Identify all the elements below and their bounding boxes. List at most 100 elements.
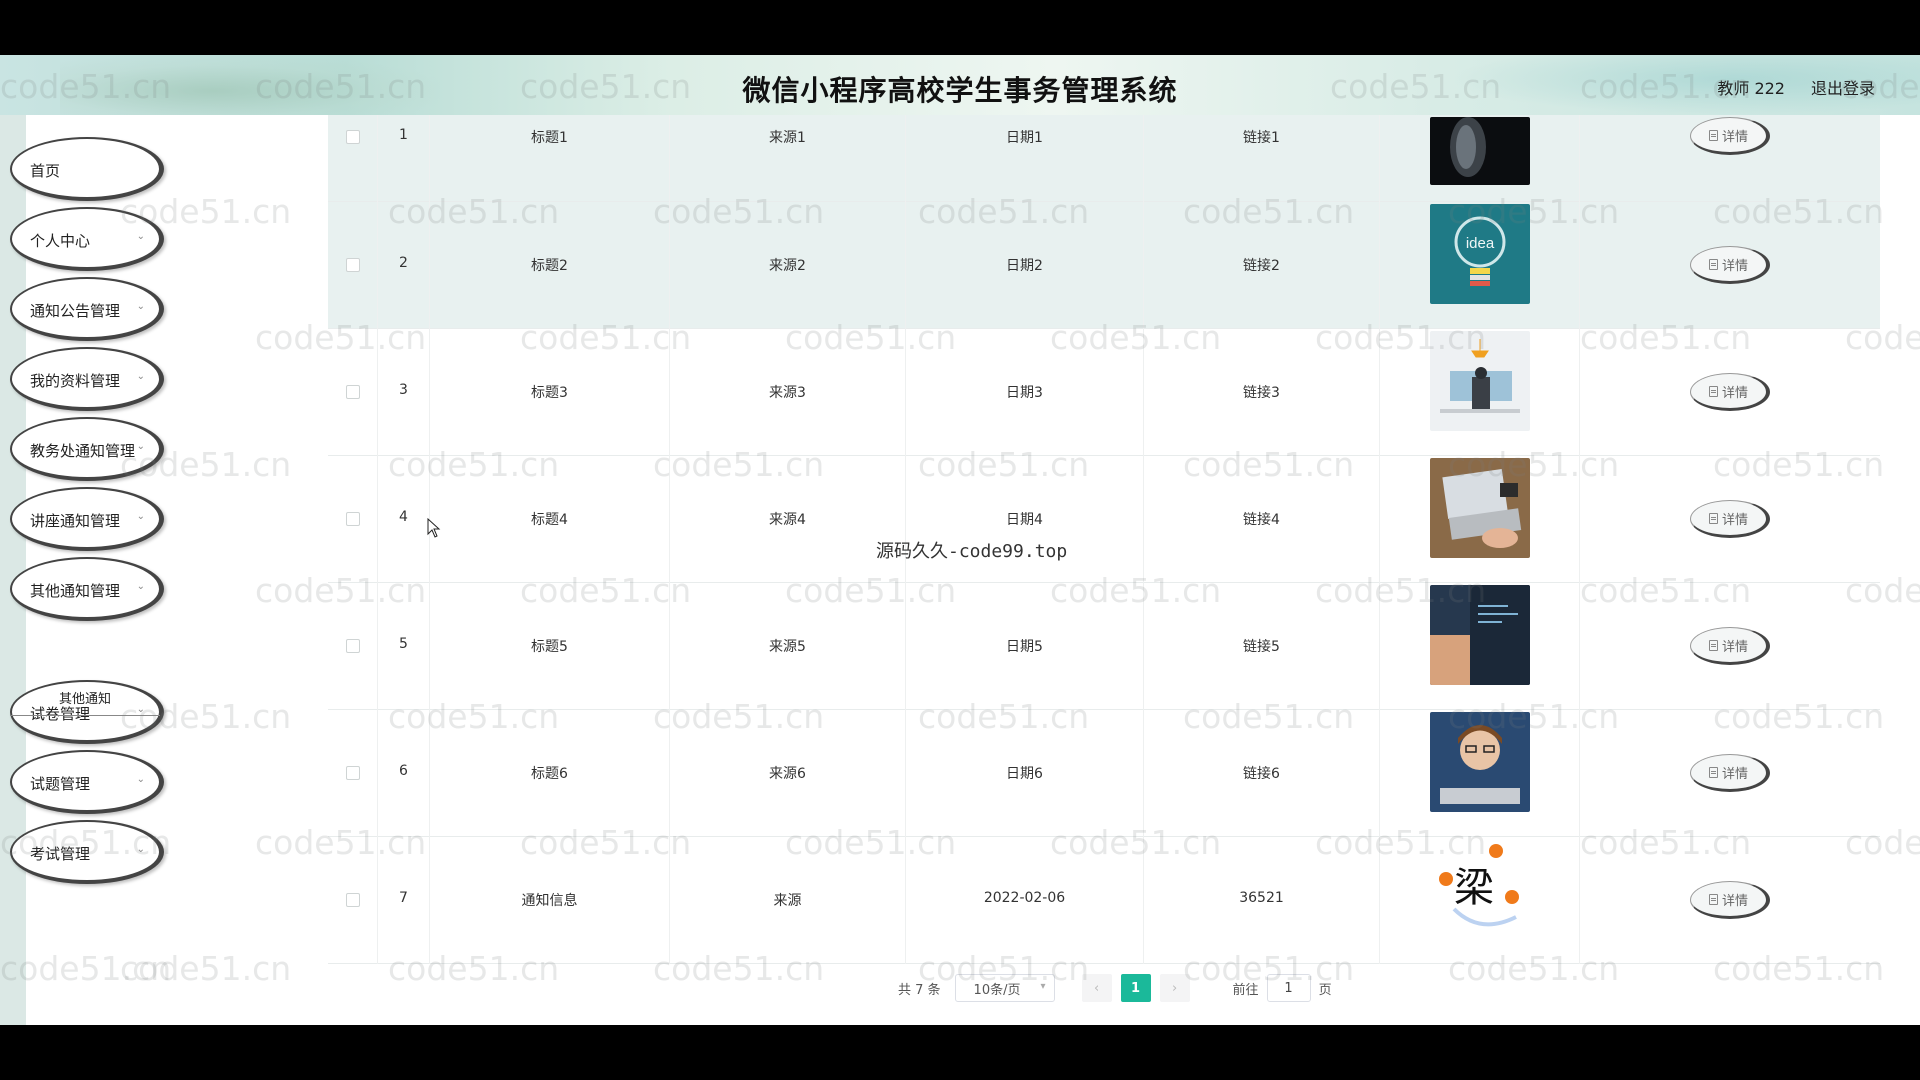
detail-button[interactable]: 详情 (1690, 754, 1770, 792)
next-page-button[interactable]: › (1159, 974, 1190, 1002)
cell-source: 来源6 (670, 710, 906, 837)
row-checkbox-cell (328, 583, 378, 710)
sidebar-item-10[interactable]: 考试管理 ⌄ (10, 820, 164, 884)
cell-title: 标题2 (430, 202, 670, 329)
cell-index: 4 (378, 456, 430, 583)
table-row: 3 标题3 来源3 日期3 链接3 详情 (328, 329, 1880, 456)
logout-link[interactable]: 退出登录 (1811, 75, 1875, 99)
sidebar-item-label: 首页 (30, 162, 61, 180)
page-number-current[interactable]: 1 (1120, 974, 1151, 1002)
cell-source: 来源 (670, 837, 906, 964)
submenu-item-other-notice[interactable]: 其他通知 (10, 680, 160, 716)
thumbnail-image: 梁 (1430, 839, 1530, 939)
cell-link: 链接4 (1144, 456, 1380, 583)
goto-page-input[interactable]: 1 (1266, 974, 1311, 1002)
chevron-down-icon: ⌄ (136, 581, 145, 592)
detail-button-label: 详情 (1721, 766, 1748, 782)
system-title: 微信小程序高校学生事务管理系统 (742, 74, 1178, 107)
notice-table: 1 标题1 来源1 日期1 链接1 详情 2 标题2 来源2 日期2 链接2 idea 详情 3 标题3 来源… (328, 115, 1880, 965)
table-row: 6 标题6 来源6 日期6 链接6 详情 (328, 710, 1880, 837)
page-unit-label: 页 (1318, 982, 1332, 998)
chevron-down-icon: ⌄ (136, 774, 145, 785)
detail-button[interactable]: 详情 (1690, 500, 1770, 538)
svg-text:idea: idea (1466, 235, 1495, 252)
cell-link: 链接6 (1144, 710, 1380, 837)
row-checkbox[interactable] (345, 639, 360, 653)
table-row: 1 标题1 来源1 日期1 链接1 详情 (328, 115, 1880, 202)
cell-date: 日期3 (906, 329, 1144, 456)
sidebar-item-label: 其他通知管理 (30, 582, 121, 600)
row-checkbox-cell (328, 837, 378, 964)
header-bar: 微信小程序高校学生事务管理系统 教师 222 退出登录 (0, 55, 1920, 115)
row-checkbox-cell (328, 202, 378, 329)
svg-text:梁: 梁 (1454, 865, 1494, 911)
thumbnail-image (1430, 117, 1530, 185)
document-icon (1708, 893, 1718, 905)
row-checkbox[interactable] (345, 130, 360, 144)
chevron-down-icon: ⌄ (136, 301, 145, 312)
cell-link: 链接1 (1144, 115, 1380, 202)
table-row: 7 通知信息 来源 2022-02-06 36521 梁详情 (328, 837, 1880, 964)
cell-date: 日期4 (906, 456, 1144, 583)
row-checkbox[interactable] (345, 766, 360, 780)
cell-source: 来源5 (670, 583, 906, 710)
sidebar-item-2[interactable]: 个人中心 ⌄ (10, 207, 164, 271)
row-checkbox[interactable] (345, 258, 360, 272)
cell-date: 日期6 (906, 710, 1144, 837)
detail-button[interactable]: 详情 (1690, 373, 1770, 411)
document-icon (1708, 512, 1718, 524)
cell-index: 2 (378, 202, 430, 329)
chevron-down-icon: ⌄ (136, 231, 145, 242)
cell-date: 日期1 (906, 115, 1144, 202)
cell-title: 标题4 (430, 456, 670, 583)
chevron-down-icon: ⌄ (136, 371, 145, 382)
thumbnail-image: idea (1430, 204, 1530, 304)
page-size-value: 10条/页 (973, 982, 1021, 998)
table-row: 5 标题5 来源5 日期5 链接5 详情 (328, 583, 1880, 710)
chevron-down-icon: ⌄ (136, 511, 145, 522)
sidebar-item-6[interactable]: 讲座通知管理 ⌄ (10, 487, 164, 551)
chevron-right-icon: › (1171, 980, 1178, 996)
sidebar-item-1[interactable]: 首页 (10, 137, 164, 201)
detail-button[interactable]: 详情 (1690, 627, 1770, 665)
detail-button[interactable]: 详情 (1690, 246, 1770, 284)
sidebar-item-3[interactable]: 通知公告管理 ⌄ (10, 277, 164, 341)
app-window: 微信小程序高校学生事务管理系统 教师 222 退出登录 首页 个人中心 ⌄ 通知公告管… (0, 55, 1920, 1025)
screen: 微信小程序高校学生事务管理系统 教师 222 退出登录 首页 个人中心 ⌄ 通知公告管… (0, 0, 1920, 1080)
cell-link: 链接5 (1144, 583, 1380, 710)
sidebar-item-label: 讲座通知管理 (30, 512, 121, 530)
row-checkbox[interactable] (345, 512, 360, 526)
cell-title: 标题1 (430, 115, 670, 202)
cell-title: 标题3 (430, 329, 670, 456)
detail-button-label: 详情 (1721, 258, 1748, 274)
sidebar-item-4[interactable]: 我的资料管理 ⌄ (10, 347, 164, 411)
detail-button[interactable]: 详情 (1690, 881, 1770, 919)
thumbnail-image (1430, 458, 1530, 558)
chevron-left-icon: ‹ (1093, 980, 1100, 996)
row-checkbox-cell (328, 115, 378, 202)
detail-button[interactable]: 详情 (1690, 117, 1770, 155)
page-size-select[interactable]: 10条/页 ▾ (954, 974, 1055, 1002)
cell-title: 标题6 (430, 710, 670, 837)
cell-index: 3 (378, 329, 430, 456)
sidebar-item-5[interactable]: 教务处通知管理 ⌄ (10, 417, 164, 481)
row-checkbox[interactable] (345, 385, 360, 399)
detail-button-label: 详情 (1721, 893, 1748, 909)
current-user: 教师 222 (1717, 79, 1785, 98)
chevron-down-icon: ⌄ (136, 441, 145, 452)
document-icon (1708, 639, 1718, 651)
thumbnail-image (1430, 585, 1530, 685)
detail-button-label: 详情 (1721, 639, 1748, 655)
goto-label: 前往 (1232, 982, 1259, 998)
sidebar-item-7[interactable]: 其他通知管理 ⌄ (10, 557, 164, 621)
cell-index: 7 (378, 837, 430, 964)
cell-title: 通知信息 (430, 837, 670, 964)
cell-source: 来源1 (670, 115, 906, 202)
sidebar-item-9[interactable]: 试题管理 ⌄ (10, 750, 164, 814)
table-row: 2 标题2 来源2 日期2 链接2 idea 详情 (328, 202, 1880, 329)
cell-date: 日期5 (906, 583, 1144, 710)
cell-source: 来源2 (670, 202, 906, 329)
prev-page-button[interactable]: ‹ (1081, 974, 1112, 1002)
sidebar-item-label: 通知公告管理 (30, 302, 121, 320)
row-checkbox[interactable] (345, 893, 360, 907)
